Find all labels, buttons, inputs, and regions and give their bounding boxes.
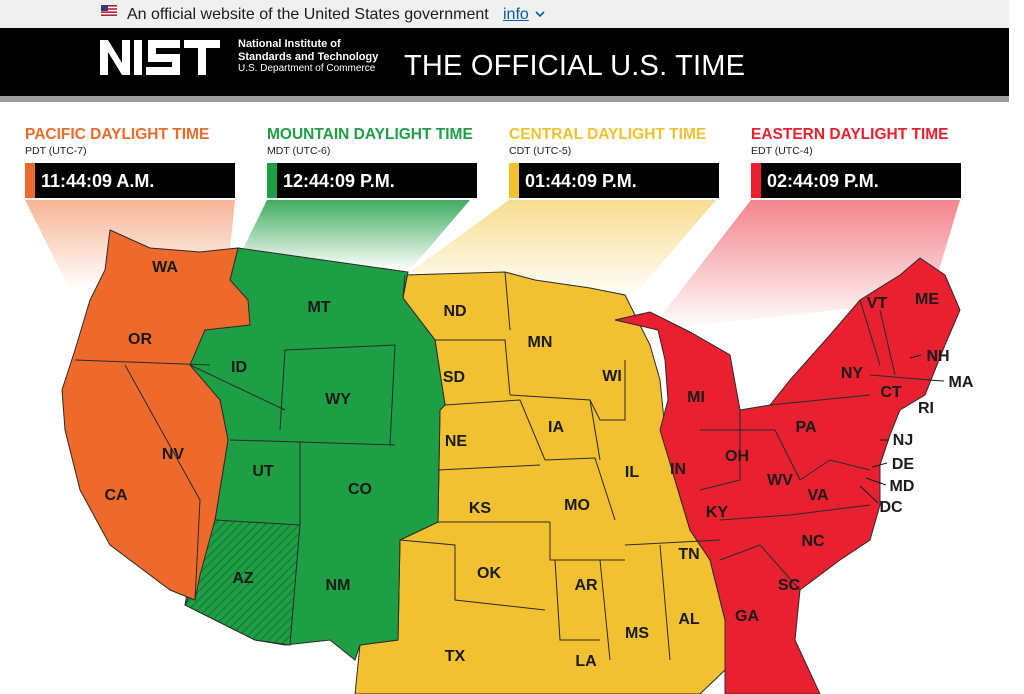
info-link[interactable]: info bbox=[503, 6, 529, 24]
state-label-co: CO bbox=[348, 481, 372, 498]
state-label-mo: MO bbox=[564, 497, 590, 514]
state-label-dc: DC bbox=[879, 499, 903, 516]
state-label-mn: MN bbox=[528, 334, 553, 351]
state-label-ks: KS bbox=[469, 500, 492, 517]
state-label-ri: RI bbox=[918, 400, 934, 417]
state-label-nv: NV bbox=[162, 446, 185, 463]
zone-central: CENTRAL DAYLIGHT TIME CDT (UTC-5) 01:44:… bbox=[509, 126, 749, 198]
state-label-va: VA bbox=[807, 487, 828, 504]
zone-mountain: MOUNTAIN DAYLIGHT TIME MDT (UTC-6) 12:44… bbox=[267, 126, 507, 198]
page-title: THE OFFICIAL U.S. TIME bbox=[404, 50, 746, 82]
state-label-wy: WY bbox=[325, 391, 351, 408]
state-label-sc: SC bbox=[778, 577, 801, 594]
state-label-md: MD bbox=[890, 478, 915, 495]
us-timezone-map: WA OR NV CA ID MT WY UT CO AZ NM ND SD N… bbox=[25, 200, 974, 694]
zone-abbr: CDT (UTC-5) bbox=[509, 145, 572, 157]
state-label-ne: NE bbox=[445, 433, 468, 450]
chevron-down-icon[interactable] bbox=[534, 9, 546, 19]
zone-name: CENTRAL DAYLIGHT TIME bbox=[509, 126, 707, 143]
state-label-or: OR bbox=[128, 331, 152, 348]
org-line-2: Standards and Technology bbox=[238, 50, 379, 63]
zone-time: 12:44:09 P.M. bbox=[283, 171, 395, 191]
zone-time: 01:44:09 P.M. bbox=[525, 171, 637, 191]
state-label-wv: WV bbox=[767, 472, 793, 489]
state-label-nc: NC bbox=[801, 533, 825, 550]
state-label-ny: NY bbox=[841, 365, 864, 382]
state-label-ma: MA bbox=[949, 374, 974, 391]
state-label-nj: NJ bbox=[893, 432, 913, 449]
org-line-1: National Institute of bbox=[238, 38, 341, 50]
state-label-il: IL bbox=[625, 464, 639, 481]
state-label-la: LA bbox=[575, 653, 597, 670]
state-label-in: IN bbox=[670, 461, 686, 478]
state-label-id: ID bbox=[231, 359, 247, 376]
zone-abbr: MDT (UTC-6) bbox=[267, 145, 331, 157]
state-label-ca: CA bbox=[104, 487, 128, 504]
state-label-ky: KY bbox=[706, 504, 729, 521]
state-label-wa: WA bbox=[152, 259, 178, 276]
zone-time: 11:44:09 A.M. bbox=[41, 171, 155, 191]
zone-abbr: EDT (UTC-4) bbox=[751, 145, 813, 157]
state-label-de: DE bbox=[892, 456, 915, 473]
nist-org-name: National Institute of Standards and Tech… bbox=[238, 38, 378, 76]
nist-logo[interactable] bbox=[100, 38, 236, 76]
state-label-mt: MT bbox=[307, 299, 330, 316]
state-label-al: AL bbox=[678, 611, 700, 628]
state-label-ct: CT bbox=[880, 384, 902, 401]
state-label-me: ME bbox=[915, 291, 939, 308]
zone-name: PACIFIC DAYLIGHT TIME bbox=[25, 126, 210, 143]
state-label-ia: IA bbox=[548, 419, 564, 436]
state-label-ga: GA bbox=[735, 608, 759, 625]
zone-pacific: PACIFIC DAYLIGHT TIME PDT (UTC-7) 11:44:… bbox=[25, 126, 265, 198]
state-label-vt: VT bbox=[867, 295, 888, 312]
state-label-oh: OH bbox=[725, 448, 749, 465]
org-line-3: U.S. Department of Commerce bbox=[238, 63, 376, 74]
state-label-wi: WI bbox=[602, 368, 622, 385]
gov-banner: An official website of the United States… bbox=[0, 0, 1009, 28]
zone-time: 02:44:09 P.M. bbox=[767, 171, 879, 191]
state-label-nm: NM bbox=[326, 577, 351, 594]
state-label-nd: ND bbox=[443, 303, 466, 320]
state-label-ok: OK bbox=[477, 565, 501, 582]
zone-name: EASTERN DAYLIGHT TIME bbox=[751, 126, 949, 143]
zone-eastern: EASTERN DAYLIGHT TIME EDT (UTC-4) 02:44:… bbox=[751, 126, 991, 198]
state-label-ut: UT bbox=[252, 463, 274, 480]
zone-name: MOUNTAIN DAYLIGHT TIME bbox=[267, 126, 473, 143]
gov-banner-text: An official website of the United States… bbox=[127, 6, 489, 23]
zone-abbr: PDT (UTC-7) bbox=[25, 145, 87, 157]
us-flag-icon bbox=[101, 5, 117, 16]
state-label-pa: PA bbox=[795, 419, 816, 436]
header-divider bbox=[0, 96, 1009, 102]
state-label-sd: SD bbox=[443, 369, 465, 386]
state-label-tx: TX bbox=[445, 648, 466, 665]
state-label-tn: TN bbox=[678, 546, 699, 563]
state-label-ar: AR bbox=[574, 577, 598, 594]
state-label-nh: NH bbox=[926, 348, 949, 365]
state-label-az: AZ bbox=[232, 570, 254, 587]
state-label-mi: MI bbox=[687, 389, 705, 406]
state-label-ms: MS bbox=[625, 625, 649, 642]
